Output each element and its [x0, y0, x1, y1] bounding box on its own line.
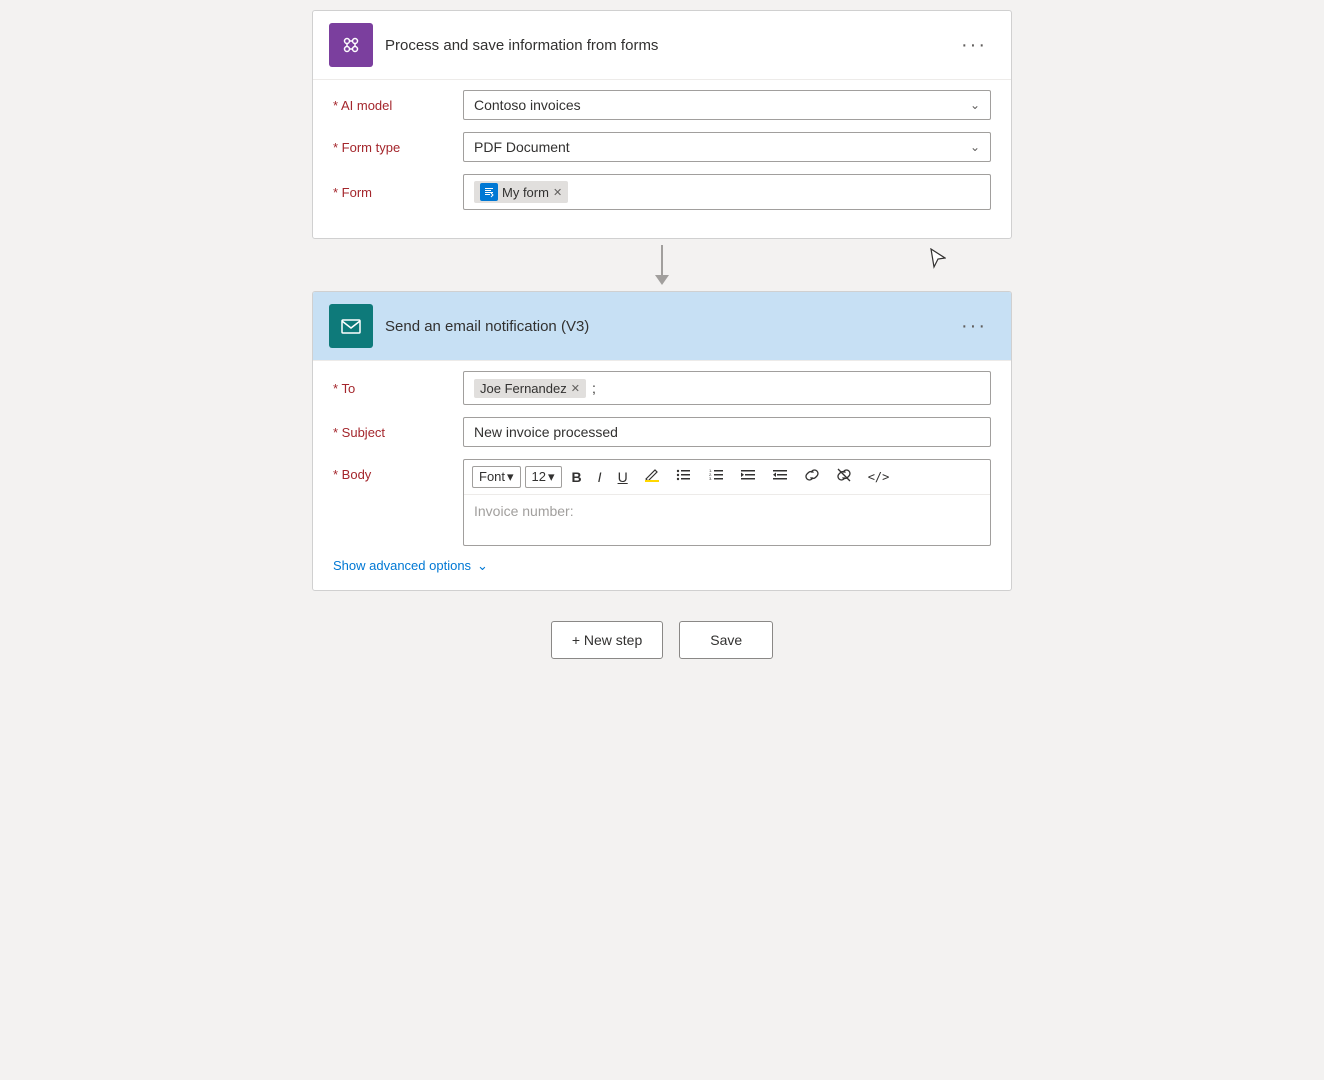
link-icon — [804, 467, 820, 483]
indent-decrease-button[interactable] — [734, 464, 762, 490]
to-label: To — [333, 381, 463, 396]
forms-icon — [339, 33, 363, 57]
ordered-list-button[interactable]: 1. 2. 3. — [702, 464, 730, 490]
to-row: To Joe Fernandez ✕ ; — [333, 371, 991, 405]
form-tag-icon — [480, 183, 498, 201]
form-label: Form — [333, 185, 463, 200]
font-size-value: 12 — [532, 469, 546, 484]
ai-model-row: AI model Contoso invoices ⌄ — [333, 90, 991, 120]
form-type-value: PDF Document — [474, 139, 570, 155]
form-tag-text: My form — [502, 185, 549, 200]
card1-header: Process and save information from forms … — [313, 11, 1011, 79]
font-select[interactable]: Font ▾ — [472, 466, 521, 488]
indent-decrease-icon — [740, 467, 756, 483]
to-tag: Joe Fernandez ✕ — [474, 379, 586, 398]
form-type-row: Form type PDF Document ⌄ — [333, 132, 991, 162]
to-tag-input[interactable]: Joe Fernandez ✕ ; — [463, 371, 991, 405]
to-tag-close[interactable]: ✕ — [571, 382, 580, 395]
form-type-select[interactable]: PDF Document ⌄ — [463, 132, 991, 162]
card-email: Send an email notification (V3) ··· To J… — [312, 291, 1012, 591]
to-tag-text: Joe Fernandez — [480, 381, 567, 396]
card2-title: Send an email notification (V3) — [385, 318, 589, 335]
ai-model-chevron: ⌄ — [970, 98, 980, 112]
card1-ellipsis[interactable]: ··· — [953, 30, 995, 61]
subject-label: Subject — [333, 425, 463, 440]
highlight-button[interactable] — [638, 464, 666, 490]
subject-row: Subject New invoice processed — [333, 417, 991, 447]
indent-increase-icon — [772, 467, 788, 483]
card2-ellipsis[interactable]: ··· — [953, 311, 995, 342]
connector-line — [661, 245, 663, 275]
card2-header-left: Send an email notification (V3) — [329, 304, 589, 348]
form-tag: My form ✕ — [474, 181, 568, 203]
email-icon — [339, 314, 363, 338]
action-buttons: + New step Save — [551, 621, 773, 659]
link-button[interactable] — [798, 464, 826, 490]
show-advanced-options[interactable]: Show advanced options ⌄ — [333, 558, 991, 574]
subject-value: New invoice processed — [474, 424, 618, 440]
body-editor[interactable]: Font ▾ 12 ▾ B I U — [463, 459, 991, 546]
form-tag-svg — [483, 186, 495, 198]
ul-icon — [676, 467, 692, 483]
card-process-forms: Process and save information from forms … — [312, 10, 1012, 239]
form-tag-close[interactable]: ✕ — [553, 186, 562, 199]
svg-text:3.: 3. — [709, 476, 712, 481]
body-content[interactable]: Invoice number: — [464, 495, 990, 545]
to-semicolon: ; — [592, 380, 596, 396]
highlight-icon — [644, 467, 660, 483]
new-step-button[interactable]: + New step — [551, 621, 663, 659]
subject-input[interactable]: New invoice processed — [463, 417, 991, 447]
show-advanced-label: Show advanced options — [333, 558, 471, 573]
unordered-list-button[interactable] — [670, 464, 698, 490]
form-type-chevron: ⌄ — [970, 140, 980, 154]
show-advanced-chevron: ⌄ — [477, 558, 488, 574]
body-label: Body — [333, 459, 463, 482]
underline-button[interactable]: U — [612, 466, 634, 489]
card1-body: AI model Contoso invoices ⌄ Form type PD… — [313, 79, 1011, 238]
form-tag-input[interactable]: My form ✕ — [463, 174, 991, 210]
save-button[interactable]: Save — [679, 621, 773, 659]
font-chevron: ▾ — [507, 469, 514, 485]
connector-arrow — [655, 239, 669, 291]
card1-title: Process and save information from forms — [385, 37, 658, 54]
ai-model-select[interactable]: Contoso invoices ⌄ — [463, 90, 991, 120]
body-row: Body Font ▾ 12 ▾ B — [333, 459, 991, 546]
font-size-chevron: ▾ — [548, 469, 555, 485]
font-label: Font — [479, 469, 505, 484]
ai-model-value: Contoso invoices — [474, 97, 581, 113]
font-size-select[interactable]: 12 ▾ — [525, 466, 562, 488]
indent-increase-button[interactable] — [766, 464, 794, 490]
card2-body: To Joe Fernandez ✕ ; Subject New invoice… — [313, 360, 1011, 590]
card2-header: Send an email notification (V3) ··· — [313, 292, 1011, 360]
unlink-button[interactable] — [830, 464, 858, 490]
form-row: Form My form ✕ — [333, 174, 991, 210]
editor-toolbar: Font ▾ 12 ▾ B I U — [464, 460, 990, 495]
code-view-button[interactable]: </> — [862, 467, 896, 487]
ol-icon: 1. 2. 3. — [708, 467, 724, 483]
unlink-icon — [836, 467, 852, 483]
card2-icon — [329, 304, 373, 348]
bold-button[interactable]: B — [566, 466, 588, 489]
italic-button[interactable]: I — [592, 466, 608, 489]
form-type-label: Form type — [333, 140, 463, 155]
card1-icon — [329, 23, 373, 67]
connector-arrowhead — [655, 275, 669, 285]
ai-model-label: AI model — [333, 98, 463, 113]
card1-header-left: Process and save information from forms — [329, 23, 658, 67]
